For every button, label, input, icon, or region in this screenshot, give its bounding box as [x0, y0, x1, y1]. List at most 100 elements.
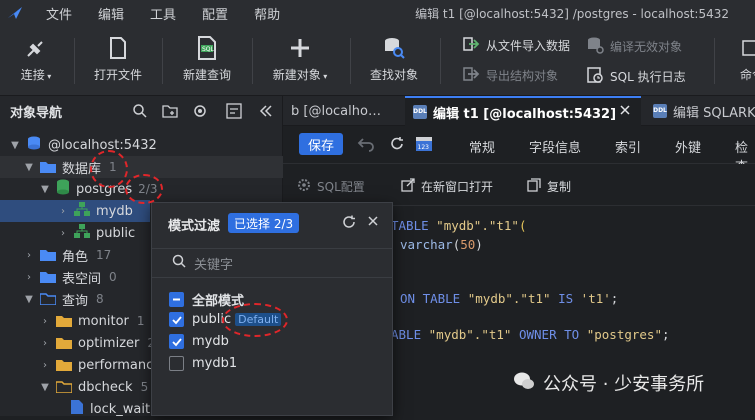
database-gear-icon: [586, 36, 604, 57]
chevron-right-icon: ›: [61, 227, 65, 239]
sql-file-icon: [70, 399, 84, 419]
menu-help[interactable]: 帮助: [254, 4, 280, 23]
folder-open-icon: [55, 381, 73, 394]
check-icon: [169, 334, 184, 349]
tab-indexes[interactable]: 索引: [615, 137, 641, 156]
open-file-button[interactable]: 打开文件: [90, 34, 146, 83]
command-button[interactable]: 命令: [732, 34, 755, 83]
menu-edit[interactable]: 编辑: [98, 4, 124, 23]
new-folder-icon[interactable]: [162, 103, 178, 119]
sql-log-button[interactable]: SQL 执行日志: [586, 66, 686, 87]
close-icon[interactable]: [367, 215, 379, 231]
new-query-button[interactable]: SQL 新建查询: [178, 34, 236, 83]
chevron-right-icon: ›: [43, 359, 47, 371]
sql-config-button[interactable]: SQL配置: [297, 178, 365, 195]
schema-icon: [74, 202, 90, 220]
sql-config-label: SQL配置: [317, 180, 365, 194]
new-object-button[interactable]: 新建对象 ▾: [268, 34, 332, 83]
gear-icon: [297, 178, 311, 195]
open-new-window-button[interactable]: 在新窗口打开: [401, 178, 493, 195]
connect-button[interactable]: 连接 ▾: [14, 34, 58, 83]
chevron-down-icon: ▼: [11, 139, 19, 151]
find-object-button[interactable]: 查找对象: [366, 34, 422, 83]
highlight-circle: [222, 303, 288, 337]
copy-label: 复制: [547, 180, 572, 194]
chevron-down-icon: ▼: [41, 183, 49, 195]
menu-bar: 文件 编辑 工具 配置 帮助 编辑 t1 [@localhost:5432] /…: [0, 0, 755, 26]
tree-item-count: 1: [136, 314, 145, 328]
close-icon[interactable]: [619, 104, 631, 120]
filter-settings-icon[interactable]: [192, 103, 208, 119]
tree-item-label: monitor: [78, 313, 129, 329]
schema-label: mydb1: [192, 356, 238, 371]
svg-text:SQL: SQL: [202, 46, 215, 53]
terminal-icon: [732, 34, 755, 62]
navigator-header: 对象导航: [0, 96, 282, 126]
tree-item-label: performance: [78, 357, 162, 373]
import-icon: [462, 36, 480, 55]
clock-log-icon: [586, 66, 604, 87]
tab-general[interactable]: 常规: [469, 137, 495, 156]
code-line-column: varchar(50): [400, 237, 483, 252]
tab-label: b [@localho…: [291, 103, 381, 119]
connect-label: 连接: [20, 68, 45, 82]
plus-icon: [268, 34, 332, 62]
new-object-label: 新建对象: [272, 68, 321, 82]
menu-file[interactable]: 文件: [46, 4, 72, 23]
copy-icon: [527, 178, 541, 195]
schema-checkbox-mydb1[interactable]: mydb1: [169, 356, 237, 371]
line-numbers-icon[interactable]: 123: [415, 135, 433, 157]
command-label: 命令: [739, 68, 755, 82]
code-line-comment: ON TABLE "mydb"."t1" IS 't1';: [400, 291, 619, 306]
database-search-icon: [366, 34, 422, 62]
save-button[interactable]: 保存: [299, 133, 343, 155]
menu-tools[interactable]: 工具: [150, 4, 176, 23]
editor-tabs: b [@localho… DDL 编辑 t1 [@localhost:5432]…: [283, 96, 755, 126]
tab-editor-previous[interactable]: b [@localho…: [283, 96, 403, 126]
open-file-label: 打开文件: [93, 68, 142, 82]
folder-icon: [56, 315, 72, 327]
unchecked-box-icon: [169, 356, 184, 371]
import-file-button[interactable]: 从文件导入数据: [462, 36, 570, 55]
tree-item-label: mydb: [96, 203, 133, 219]
chevron-right-icon: ›: [43, 315, 47, 327]
collapse-icon[interactable]: [226, 103, 242, 119]
schema-icon: [74, 224, 90, 242]
toolbar-divider: [350, 38, 351, 84]
chevron-right-icon: ›: [61, 205, 65, 217]
folder-icon: [56, 337, 72, 349]
wechat-icon: [513, 371, 535, 396]
tree-item-count: 17: [96, 248, 112, 262]
schema-checkbox-mydb[interactable]: mydb: [169, 334, 229, 349]
main-toolbar: 连接 ▾ 打开文件 SQL 新建查询 新建对象 ▾ 查找对象 从文件导入数据 导…: [0, 26, 755, 96]
tree-item-schema-mydb[interactable]: › mydb: [0, 200, 150, 222]
tab-edit-t1[interactable]: DDL 编辑 t1 [@localhost:5432]: [405, 96, 641, 126]
double-chevron-left-icon[interactable]: [258, 103, 274, 119]
folder-icon: [40, 249, 56, 261]
copy-button[interactable]: 复制: [527, 178, 571, 195]
chevron-right-icon: ›: [27, 271, 31, 283]
compile-invalid-label: 编译无效对象: [610, 40, 683, 54]
refresh-icon[interactable]: [342, 215, 356, 233]
menu-config[interactable]: 配置: [202, 4, 228, 23]
toolbar-divider: [714, 38, 715, 84]
editor-toolbar: 保存 123 常规 字段信息 索引 外键 检查: [283, 126, 755, 175]
code-line-create-table: TABLE "mydb"."t1"(: [391, 218, 527, 233]
navigator-title: 对象导航: [10, 105, 63, 121]
export-struct-button[interactable]: 导出结构对象: [462, 66, 558, 85]
tab-edit-sqlark[interactable]: DDL 编辑 SQLARK: [645, 96, 755, 126]
tree-item-count: 0: [109, 270, 117, 284]
schema-search-field[interactable]: 关键字: [152, 248, 392, 278]
tab-foreign-keys[interactable]: 外键: [675, 137, 701, 156]
compile-invalid-button[interactable]: 编译无效对象: [586, 36, 682, 57]
refresh-icon[interactable]: [389, 136, 405, 156]
toolbar-divider: [162, 38, 163, 84]
watermark: 公众号 · 少安事务所: [513, 370, 704, 396]
tab-field-info[interactable]: 字段信息: [529, 137, 581, 156]
export-struct-label: 导出结构对象: [486, 69, 559, 83]
tree-item-connection[interactable]: ▼ @localhost:5432: [0, 134, 283, 156]
undo-icon[interactable]: [357, 136, 375, 156]
toolbar-divider: [74, 38, 75, 84]
tree-item-label: public: [96, 225, 136, 241]
search-icon[interactable]: [132, 103, 148, 119]
